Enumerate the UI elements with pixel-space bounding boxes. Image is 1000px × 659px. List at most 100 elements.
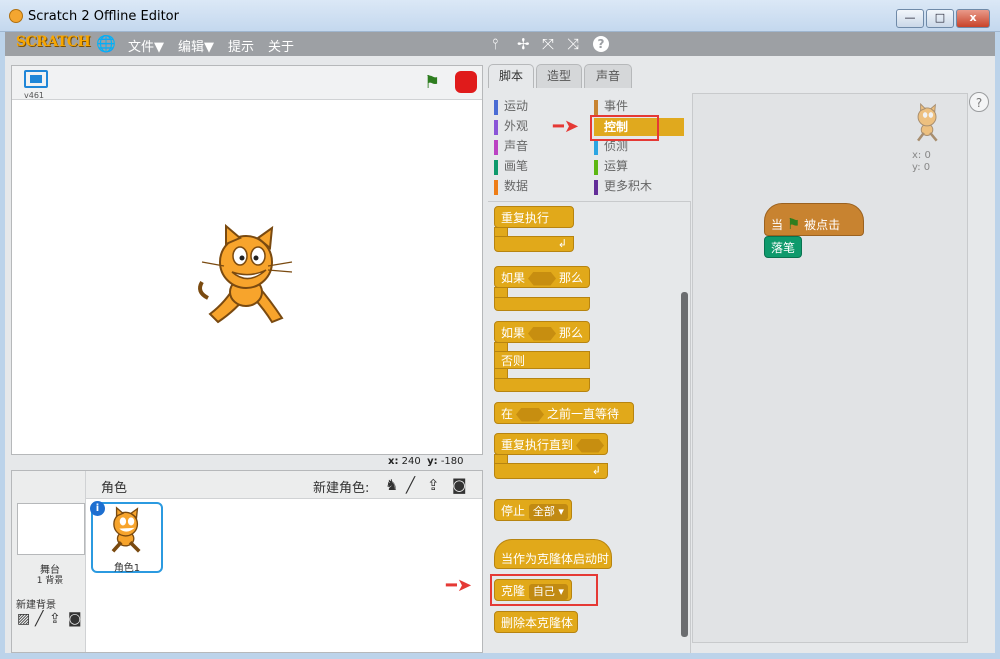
- tab-scripts[interactable]: 脚本: [488, 64, 534, 89]
- help-icon[interactable]: ?: [593, 36, 609, 52]
- stage-coordinates: x: 240 y: -180: [388, 456, 464, 467]
- block-wait-until[interactable]: 在 之前一直等待: [494, 402, 634, 424]
- category-more-blocks[interactable]: 更多积木: [594, 177, 652, 195]
- category-label: 侦测: [604, 139, 629, 153]
- minimize-button[interactable]: —: [896, 9, 924, 28]
- cat-sprite-icon[interactable]: [196, 222, 302, 328]
- camera-sprite-icon[interactable]: ◙: [452, 476, 467, 494]
- stage-toolbar: [12, 66, 482, 100]
- sound-color-bar: [494, 140, 498, 155]
- sprite-position-readout: x: 0 y: 0: [912, 150, 931, 174]
- motion-color-bar: [494, 100, 498, 115]
- grow-icon[interactable]: ⤧: [542, 35, 554, 53]
- menu-file[interactable]: 文件▼: [128, 36, 164, 55]
- block-when-clone-start[interactable]: 当作为克隆体启动时: [494, 539, 612, 569]
- shrink-icon[interactable]: ⤨: [567, 35, 579, 53]
- sprite-thumb-cat-icon: [111, 506, 141, 553]
- if-label: 如果: [501, 271, 526, 285]
- sprite-name: 角色1: [113, 563, 141, 574]
- stop-dropdown[interactable]: 全部 ▾: [528, 503, 568, 520]
- menu-edit[interactable]: 编辑▼: [178, 36, 214, 55]
- block-if[interactable]: 如果 那么: [494, 266, 590, 288]
- help-icon[interactable]: ?: [969, 92, 989, 112]
- block-stop[interactable]: 停止 全部 ▾: [494, 499, 572, 521]
- green-flag-icon[interactable]: ⚑: [424, 72, 440, 93]
- globe-icon[interactable]: 🌐: [96, 34, 116, 53]
- sprites-label: 角色: [101, 481, 128, 496]
- choose-sprite-library-icon[interactable]: ♞: [385, 476, 398, 494]
- delete-icon[interactable]: ✢: [517, 35, 530, 53]
- category-sound[interactable]: 声音: [494, 137, 528, 155]
- backdrop-library-icon[interactable]: ▨: [17, 611, 30, 627]
- stop-icon[interactable]: [455, 71, 477, 93]
- current-sprite-cat-icon: [917, 102, 938, 142]
- loop-arrow-icon: ↲: [494, 463, 608, 479]
- sprite-pane-header: [86, 471, 482, 499]
- condition-slot[interactable]: [516, 407, 545, 422]
- category-label: 运算: [604, 159, 629, 173]
- presentation-mode-icon-inner: [30, 75, 42, 83]
- menu-about[interactable]: 关于: [268, 36, 294, 55]
- new-sprite-label: 新建角色:: [313, 481, 370, 496]
- category-label: 更多积木: [604, 179, 653, 193]
- sprite-x: x: 0: [912, 150, 931, 161]
- scratch-logo[interactable]: SCRATCH: [16, 34, 91, 54]
- category-label: 事件: [604, 99, 629, 113]
- x-label: x:: [388, 456, 399, 467]
- red-arrow-icon: ━➤: [553, 116, 579, 137]
- menu-bar: SCRATCH 🌐 文件▼ 编辑▼ 提示 关于 ⫯ ✢ ⤧ ⤨ ?: [5, 32, 995, 56]
- stage-thumbnail[interactable]: [17, 503, 85, 555]
- new-backdrop-label: 新建背景: [16, 600, 56, 611]
- wait-until-pre: 在: [501, 407, 514, 421]
- block-forever[interactable]: 重复执行: [494, 206, 574, 228]
- category-label: 外观: [504, 119, 529, 133]
- loop-arrow-icon: ↲: [494, 236, 574, 252]
- operators-color-bar: [594, 160, 598, 175]
- category-pen[interactable]: 画笔: [494, 157, 528, 175]
- category-left-column: 运动 外观 声音 画笔 数据: [494, 96, 528, 195]
- hat-pre-label: 当: [771, 218, 784, 232]
- category-label: 画笔: [504, 159, 529, 173]
- more-blocks-color-bar: [594, 180, 598, 195]
- category-looks[interactable]: 外观: [494, 117, 528, 135]
- window-title: Scratch 2 Offline Editor: [28, 9, 179, 24]
- paint-backdrop-icon[interactable]: ╱: [35, 611, 43, 627]
- block-pen-down[interactable]: 落笔: [764, 236, 802, 258]
- sprite-info-icon[interactable]: i: [90, 501, 105, 516]
- category-motion[interactable]: 运动: [494, 97, 528, 115]
- x-value: 240: [401, 456, 421, 467]
- if-label: 如果: [501, 326, 526, 340]
- maximize-button[interactable]: □: [926, 9, 954, 28]
- palette-scrollbar[interactable]: [681, 292, 688, 637]
- upload-backdrop-icon[interactable]: ⇪: [49, 611, 61, 627]
- block-else: 否则: [494, 351, 590, 369]
- pen-color-bar: [494, 160, 498, 175]
- tab-sounds[interactable]: 声音: [584, 64, 632, 88]
- category-data[interactable]: 数据: [494, 177, 528, 195]
- duplicate-icon[interactable]: ⫯: [492, 35, 499, 53]
- close-button[interactable]: x: [956, 9, 990, 28]
- stop-label: 停止: [501, 504, 526, 518]
- condition-slot[interactable]: [528, 271, 557, 286]
- stop-option: 全部: [532, 504, 555, 518]
- paint-sprite-icon[interactable]: ╱: [406, 476, 415, 494]
- tab-costumes[interactable]: 造型: [536, 64, 582, 88]
- block-if-else-bottom: [494, 378, 590, 392]
- condition-slot[interactable]: [528, 326, 557, 341]
- block-if-else[interactable]: 如果 那么: [494, 321, 590, 343]
- category-operators[interactable]: 运算: [594, 157, 652, 175]
- highlight-box-control: [590, 115, 659, 141]
- block-delete-clone[interactable]: 删除本克隆体: [494, 611, 578, 633]
- y-label: y:: [427, 456, 438, 467]
- category-events[interactable]: 事件: [594, 97, 652, 115]
- condition-slot[interactable]: [576, 438, 605, 453]
- camera-backdrop-icon[interactable]: ◙: [68, 611, 82, 627]
- repeat-until-label: 重复执行直到: [501, 438, 574, 452]
- events-color-bar: [594, 100, 598, 115]
- upload-sprite-icon[interactable]: ⇪: [427, 476, 440, 494]
- block-when-flag-clicked[interactable]: 当 ⚑ 被点击: [764, 203, 864, 236]
- block-repeat-until[interactable]: 重复执行直到: [494, 433, 608, 455]
- script-area[interactable]: [692, 93, 968, 643]
- menu-tips[interactable]: 提示: [228, 36, 254, 55]
- version-label: v461: [24, 91, 45, 100]
